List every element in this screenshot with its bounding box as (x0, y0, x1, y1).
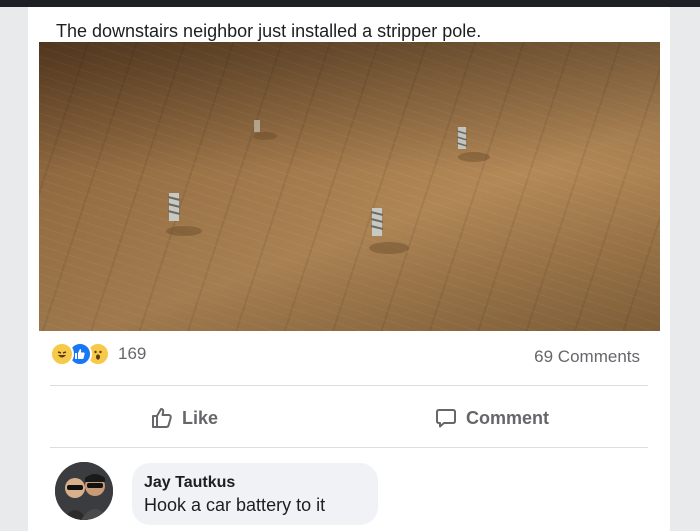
comments-count-link[interactable]: 69 Comments (534, 347, 640, 367)
reactions-summary[interactable]: 169 (50, 342, 147, 366)
commenter-avatar[interactable] (55, 462, 113, 520)
post-photo[interactable] (39, 42, 660, 331)
haha-reaction-icon (50, 342, 74, 366)
divider-bottom (50, 447, 648, 448)
screw-tips-illustration (39, 42, 660, 331)
comment-label: Comment (466, 407, 550, 428)
comment-icon (436, 409, 456, 428)
top-bar (0, 0, 700, 7)
reaction-count: 169 (118, 344, 147, 363)
comment-text: Hook a car battery to it (144, 495, 326, 515)
like-button[interactable]: Like (150, 405, 218, 431)
post-caption: The downstairs neighbor just installed a… (56, 21, 482, 41)
comment-bubble: Jay Tautkus Hook a car battery to it (132, 463, 378, 525)
commenter-name[interactable]: Jay Tautkus (144, 474, 235, 492)
divider-top (50, 385, 648, 386)
comment-button[interactable]: Comment (434, 405, 549, 431)
like-label: Like (182, 407, 219, 428)
thumbs-up-icon (152, 408, 172, 428)
post-card: The downstairs neighbor just installed a… (28, 7, 670, 531)
